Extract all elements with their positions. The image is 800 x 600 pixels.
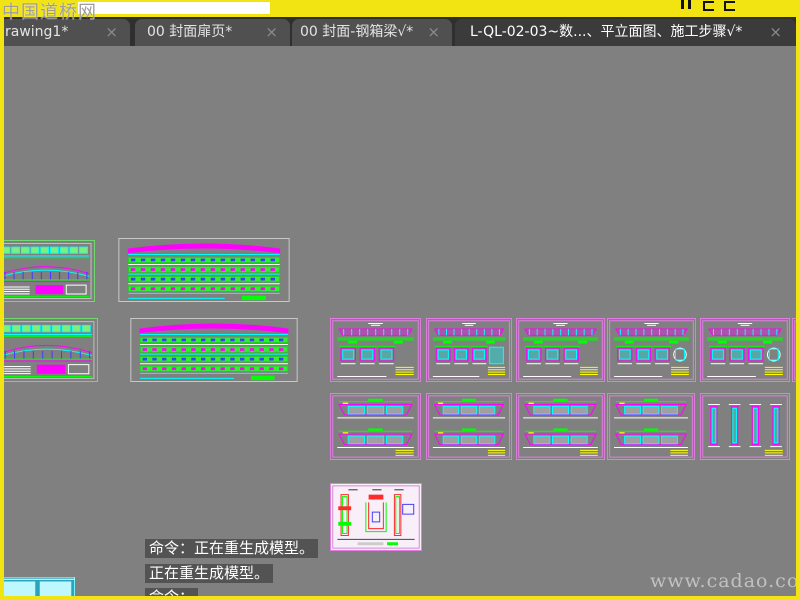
ribbon-icon[interactable] (681, 0, 693, 9)
tab-label: 00 封面-钢箱梁√* (300, 24, 414, 40)
drawing-preview (516, 318, 605, 382)
file-tab-bar: rawing1* × 00 封面扉页* × 00 封面-钢箱梁√* × L-QL… (4, 17, 796, 46)
drawing-preview (607, 318, 696, 382)
ribbon-icon[interactable] (724, 1, 735, 11)
drawing-preview (426, 318, 512, 382)
close-icon[interactable]: × (105, 19, 118, 46)
drawing-sheet (330, 393, 421, 460)
command-history-line: 正在重生成模型。 (145, 564, 274, 583)
drawing-sheet (516, 318, 605, 382)
tab-label: 00 封面扉页* (147, 24, 233, 40)
drawing-preview (4, 318, 98, 382)
command-history-line: 命令：正在重生成模型。 (145, 539, 319, 558)
drawing-sheet (130, 318, 298, 382)
drawing-sheet (4, 577, 75, 596)
drawing-sheet (4, 240, 95, 302)
drawing-sheet (607, 318, 696, 382)
ribbon-input-box[interactable] (78, 2, 270, 14)
close-icon[interactable]: × (769, 19, 782, 46)
drawing-sheet (516, 393, 605, 460)
drawing-preview (700, 393, 790, 460)
drawing-preview (130, 318, 298, 382)
command-history-line: 命令： (145, 588, 199, 596)
drawing-sheet (4, 318, 98, 382)
drawing-preview (516, 393, 605, 460)
drawing-sheet (792, 318, 796, 382)
drawing-preview (118, 238, 290, 302)
watermark-top: 中国道桥网 (2, 2, 97, 23)
drawing-preview (607, 393, 695, 460)
file-tab-l-ql-02-03[interactable]: L-QL-02-03~数...、平立面图、施工步骤√* × (455, 19, 796, 46)
ribbon-icon[interactable] (703, 1, 714, 11)
close-icon[interactable]: × (265, 19, 278, 46)
app-window: 中国道桥网 rawing1* × 00 封面扉页* × 00 封面-钢箱梁√* … (0, 0, 800, 600)
drawing-sheet (700, 393, 790, 460)
drawing-sheet (426, 318, 512, 382)
drawing-sheet (426, 393, 512, 460)
tab-label: L-QL-02-03~数...、平立面图、施工步骤√* (470, 24, 743, 40)
model-space-canvas[interactable]: 命令：正在重生成模型。 正在重生成模型。 命令： www.cadao.com (4, 46, 796, 596)
file-tab-cover[interactable]: 00 封面扉页* × (135, 19, 290, 46)
drawing-preview (4, 240, 95, 302)
file-tab-steel-box-girder[interactable]: 00 封面-钢箱梁√* × (292, 19, 452, 46)
drawing-preview (792, 318, 796, 382)
drawing-sheet (118, 238, 290, 302)
watermark-bottom: www.cadao.com (650, 570, 796, 592)
drawing-sheet (330, 483, 422, 551)
drawing-sheet (330, 318, 421, 382)
drawing-preview (330, 393, 421, 460)
drawing-preview (330, 318, 421, 382)
drawing-sheet (700, 318, 790, 382)
close-icon[interactable]: × (427, 19, 440, 46)
drawing-preview (330, 483, 422, 551)
drawing-sheet (607, 393, 695, 460)
drawing-preview (4, 577, 75, 596)
drawing-preview (700, 318, 790, 382)
ribbon-strip (0, 0, 800, 17)
drawing-preview (426, 393, 512, 460)
